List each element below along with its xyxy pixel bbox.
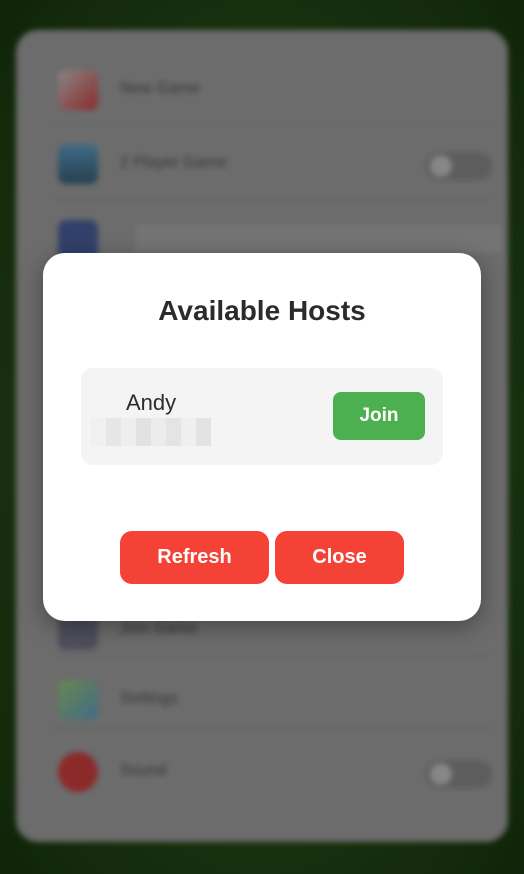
host-list-item: Andy Join — [81, 368, 443, 465]
available-hosts-dialog: Available Hosts Andy Join Refresh Close — [43, 253, 481, 621]
dialog-title: Available Hosts — [158, 295, 366, 326]
host-address-redacted — [91, 418, 211, 446]
join-button[interactable]: Join — [333, 392, 425, 440]
refresh-button[interactable]: Refresh — [120, 531, 269, 584]
host-name: Andy — [126, 390, 177, 415]
close-button[interactable]: Close — [275, 531, 404, 584]
